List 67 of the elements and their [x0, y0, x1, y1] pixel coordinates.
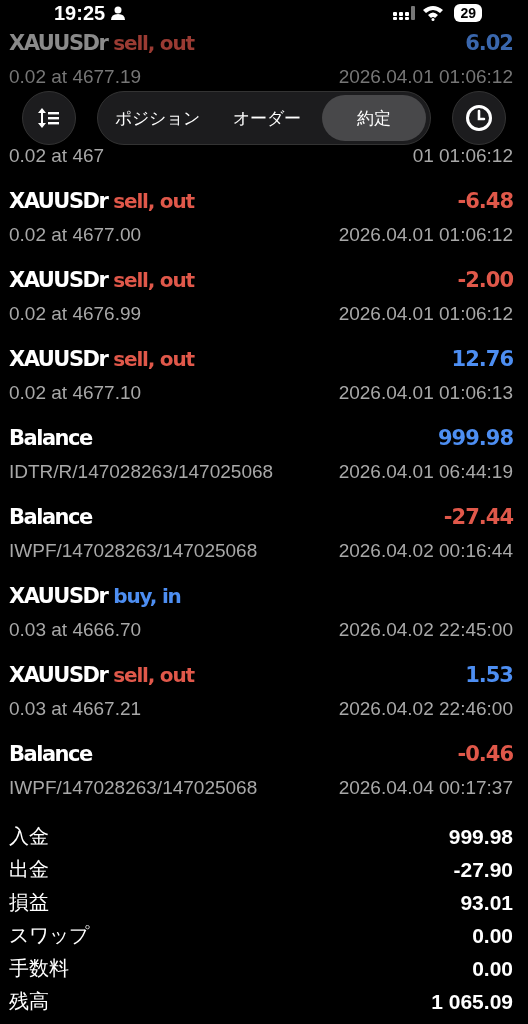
summary-value: 0.00 — [472, 923, 513, 948]
summary-value: 0.00 — [472, 956, 513, 981]
deal-volume-price: IDTR/R/147028263/147025068 — [9, 461, 274, 483]
sort-icon — [37, 107, 61, 129]
deal-time: 2026.04.01 01:06:12 — [338, 66, 513, 88]
signal-icon — [393, 6, 417, 20]
deal-volume-price: 0.02 at 4676.99 — [9, 303, 142, 325]
wifi-icon — [422, 5, 445, 21]
deal-time: 2026.04.02 00:16:44 — [338, 540, 513, 562]
deal-symbol: Balance — [9, 426, 92, 450]
summary-value: 93.01 — [460, 890, 513, 915]
person-icon — [111, 6, 126, 20]
summary-value: 999.98 — [448, 824, 513, 849]
deal-volume-price: 0.02 at 4677.10 — [9, 382, 142, 404]
battery-level: 29 — [454, 4, 482, 22]
deal-type: sell, out — [113, 347, 194, 371]
deal-time: 2026.04.02 22:45:00 — [338, 619, 513, 641]
summary-value: -27.90 — [453, 857, 513, 882]
deal-profit: 999.98 — [437, 426, 513, 450]
deal-type: sell, out — [113, 31, 194, 55]
deal-symbol: XAUUSDr — [9, 268, 108, 292]
deal-profit: 1.53 — [465, 663, 513, 687]
deal-time: 2026.04.04 00:17:37 — [338, 777, 513, 799]
segment-tab[interactable]: 約定 — [322, 95, 426, 141]
summary-label: 手数料 — [9, 956, 69, 981]
segment-tab[interactable]: オーダー — [212, 95, 322, 141]
deal-symbol: Balance — [9, 742, 92, 766]
deal-time: 2026.04.02 22:46:00 — [338, 698, 513, 720]
deal-profit: -0.46 — [457, 742, 513, 766]
summary-label: 出金 — [9, 857, 49, 882]
deal-time: 2026.04.01 01:06:12 — [338, 224, 513, 246]
deal-time: 01 01:06:12 — [412, 145, 513, 167]
sort-button[interactable] — [22, 91, 76, 145]
deal-symbol: Balance — [9, 505, 92, 529]
deal-profit: 12.76 — [451, 347, 513, 371]
deal-symbol: XAUUSDr — [9, 31, 108, 55]
deal-volume-price: 0.02 at 467 — [9, 145, 105, 167]
deal-profit: -2.00 — [457, 268, 513, 292]
deal-symbol: XAUUSDr — [9, 347, 108, 371]
deal-volume-price: IWPF/147028263/147025068 — [9, 777, 258, 799]
summary-value: 1 065.09 — [431, 989, 513, 1014]
deal-type: sell, out — [113, 663, 194, 687]
deal-time: 2026.04.01 01:06:12 — [338, 303, 513, 325]
deal-symbol: XAUUSDr — [9, 663, 108, 687]
status-time: 19:25 — [54, 1, 106, 25]
clock-icon — [465, 104, 493, 132]
deal-profit: 6.02 — [465, 31, 513, 55]
segment-tab[interactable]: ポジション — [102, 95, 212, 141]
deal-volume-price: 0.03 at 4666.70 — [9, 619, 142, 641]
history-button[interactable] — [452, 91, 506, 145]
deal-volume-price: 0.02 at 4677.00 — [9, 224, 142, 246]
deal-profit: -6.48 — [457, 189, 513, 213]
summary-label: 損益 — [9, 890, 49, 915]
deal-symbol: XAUUSDr — [9, 584, 108, 608]
deal-volume-price: IWPF/147028263/147025068 — [9, 540, 258, 562]
summary-label: スワップ — [9, 923, 89, 948]
deal-type: sell, out — [113, 268, 194, 292]
deal-profit: -27.44 — [443, 505, 513, 529]
summary-label: 残高 — [9, 989, 49, 1014]
deal-volume-price: 0.03 at 4667.21 — [9, 698, 142, 720]
deal-time: 2026.04.01 01:06:13 — [338, 382, 513, 404]
deal-type: buy, in — [113, 584, 181, 608]
deal-symbol: XAUUSDr — [9, 189, 108, 213]
deal-volume-price: 0.02 at 4677.19 — [9, 66, 142, 88]
deal-time: 2026.04.01 06:44:19 — [338, 461, 513, 483]
deal-type: sell, out — [113, 189, 194, 213]
summary-label: 入金 — [9, 824, 49, 849]
